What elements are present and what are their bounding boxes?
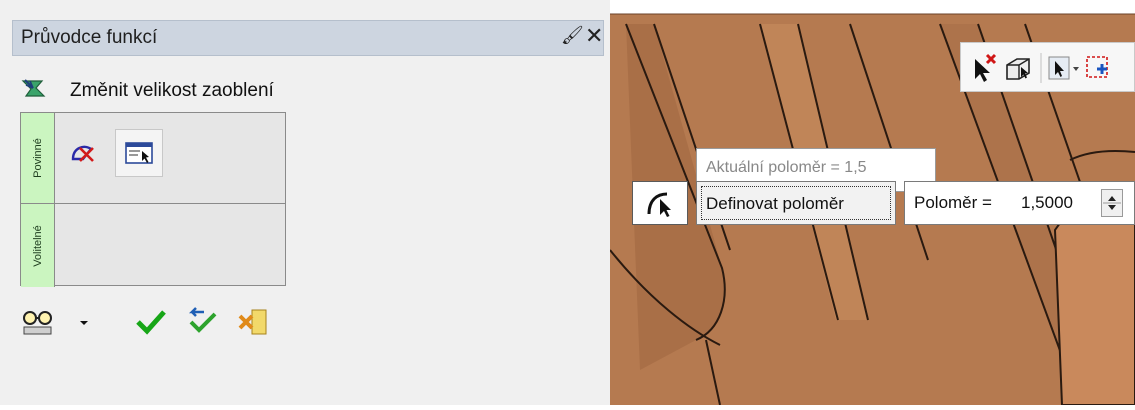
dropdown-arrow-icon[interactable] bbox=[1073, 67, 1079, 71]
preview-icon[interactable] bbox=[20, 306, 56, 338]
dialog-select-button[interactable] bbox=[115, 129, 163, 177]
radius-arc-icon bbox=[647, 192, 671, 217]
select-filter-icon[interactable] bbox=[1048, 56, 1070, 80]
dropdown-arrow-icon[interactable] bbox=[76, 306, 92, 338]
define-radius-button[interactable]: Definovat poloměr bbox=[696, 181, 896, 225]
tab-required[interactable]: Povinné bbox=[21, 113, 55, 203]
add-selection-icon[interactable] bbox=[1086, 56, 1108, 78]
spin-down-icon[interactable] bbox=[1108, 205, 1116, 210]
cancel-icon[interactable] bbox=[236, 306, 272, 338]
view-box-icon[interactable] bbox=[1006, 58, 1030, 80]
command-label: Změnit velikost zaoblení bbox=[70, 80, 274, 101]
close-icon[interactable]: ✕ bbox=[585, 23, 603, 49]
radius-arc-button[interactable] bbox=[632, 181, 688, 225]
radius-field[interactable]: Poloměr = 1,5000 bbox=[904, 181, 1135, 225]
pin-icon[interactable]: 🖌 bbox=[561, 25, 584, 46]
dialog-select-icon bbox=[125, 142, 153, 164]
radius-value[interactable]: 1,5000 bbox=[1021, 193, 1073, 213]
panel-title: Průvodce funkcí bbox=[21, 27, 158, 48]
function-guide-panel: Průvodce funkcí 🖌 ✕ Změnit velikost zaob… bbox=[0, 0, 610, 405]
ok-icon[interactable] bbox=[134, 306, 168, 338]
define-radius-label: Definovat poloměr bbox=[701, 186, 891, 220]
radius-spinner[interactable] bbox=[1101, 189, 1123, 217]
deselect-icon[interactable] bbox=[975, 53, 997, 82]
radius-label: Poloměr = bbox=[914, 193, 992, 212]
selection-sections: Povinné Volitelné bbox=[20, 112, 286, 287]
fillet-resize-icon bbox=[21, 79, 46, 97]
select-edge-icon[interactable] bbox=[69, 139, 97, 167]
spin-up-icon[interactable] bbox=[1108, 196, 1116, 201]
apply-icon[interactable] bbox=[186, 306, 220, 338]
mini-toolbar bbox=[960, 42, 1135, 92]
section-divider bbox=[55, 203, 286, 204]
tab-optional[interactable]: Volitelné bbox=[21, 203, 55, 287]
panel-titlebar: Průvodce funkcí 🖌 ✕ bbox=[12, 20, 604, 56]
